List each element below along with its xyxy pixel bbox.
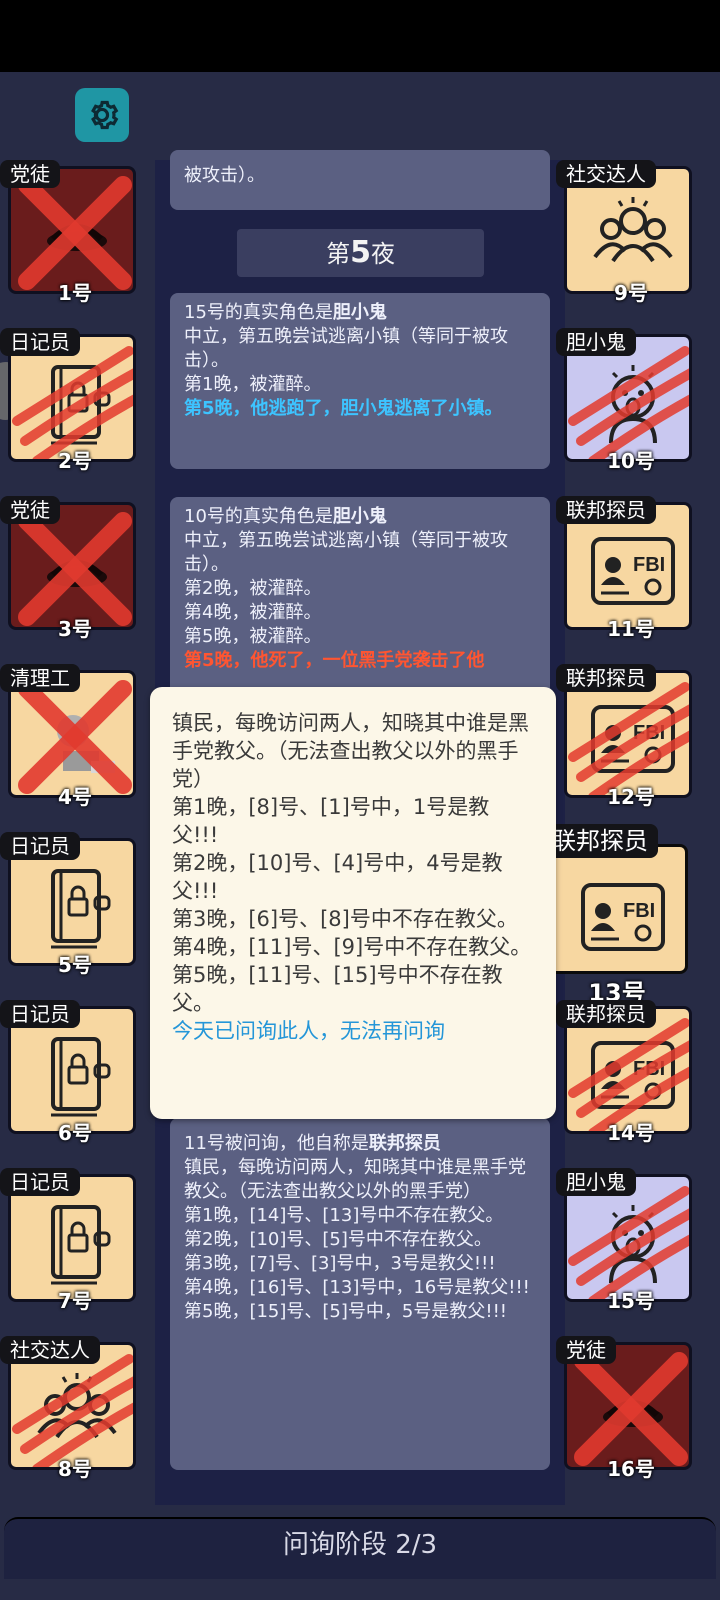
log-line: 中立，第五晚尝试逃离小镇（等同于被攻击）。 <box>184 530 508 575</box>
player-card-2号[interactable]: 日记员 2号 <box>0 328 136 473</box>
role-tag: 党徒 <box>0 496 60 524</box>
log-line: 中立，第五晚尝试逃离小镇（等同于被攻击）。 <box>184 326 508 371</box>
player-number: 9号 <box>614 281 648 305</box>
fbi-badge-icon: FBI <box>581 883 665 951</box>
diary-lock-icon <box>51 1037 111 1117</box>
player-number: 10号 <box>607 449 655 473</box>
player-number: 5号 <box>58 953 92 977</box>
player-card-7号[interactable]: 日记员 7号 <box>0 1168 136 1313</box>
log-line: 第4晚，[16]号、[13]号中，16号是教父!!! <box>184 1277 530 1298</box>
role-tag: 联邦探员 <box>556 1000 656 1028</box>
player-card-5号[interactable]: 日记员 5号 <box>0 832 136 977</box>
player-card-4号[interactable]: 清理工 4号 <box>0 664 136 809</box>
log-role: 胆小鬼 <box>332 506 387 527</box>
player-number: 1号 <box>58 281 92 305</box>
player-number: 12号 <box>607 785 655 809</box>
log-line: 第1晚，被灌醉。 <box>184 374 322 395</box>
log-entry-player-11: 11号被问询，他自称是联邦探员 镇民，每晚访问两人，知晓其中谁是黑手党教父。（无… <box>170 1118 550 1470</box>
role-tag: 日记员 <box>0 832 80 860</box>
player-number: 4号 <box>58 785 92 809</box>
log-role: 胆小鬼 <box>332 302 387 323</box>
settings-button[interactable] <box>75 88 129 142</box>
role-tag: 日记员 <box>0 1000 80 1028</box>
player-card-14号[interactable]: FBI 联邦探员 14号 <box>556 1000 692 1145</box>
player-number: 14号 <box>607 1121 655 1145</box>
svg-text:FBI: FBI <box>633 554 665 576</box>
log-role: 联邦探员 <box>368 1133 441 1154</box>
popup-line: 第4晚，[11]号、[9]号中不存在教父。 <box>172 935 532 959</box>
log-line: 第2晚，被灌醉。 <box>184 578 322 599</box>
log-entry-player-10: 10号的真实角色是胆小鬼 中立，第五晚尝试逃离小镇（等同于被攻击）。 第2晚，被… <box>170 497 550 697</box>
diary-lock-icon <box>51 869 111 949</box>
popup-line: 第2晚，[10]号、[4]号中，4号是教父!!! <box>172 851 503 903</box>
night-prefix: 第 <box>326 240 351 268</box>
log-text: 被攻击）。 <box>184 165 265 186</box>
role-tag: 联邦探员 <box>556 496 656 524</box>
phase-bar: 问询阶段 2/3 <box>4 1517 716 1579</box>
role-tag: 联邦探员 <box>542 824 658 858</box>
fbi-badge-icon: FBI <box>591 537 675 605</box>
popup-line: 第1晚，[8]号、[1]号中，1号是教父!!! <box>172 795 490 847</box>
role-tag: 联邦探员 <box>556 664 656 692</box>
player-portrait: FBI <box>548 844 688 974</box>
player-card-13号[interactable]: FBI 联邦探员 13号 <box>542 824 708 1007</box>
svg-text:FBI: FBI <box>623 900 655 922</box>
log-line: 第3晚，[7]号、[3]号中，3号是教父!!! <box>184 1253 496 1274</box>
role-tag: 胆小鬼 <box>556 328 636 356</box>
player-card-3号[interactable]: 党徒 3号 <box>0 496 136 641</box>
player-number: 16号 <box>607 1457 655 1481</box>
log-line: 镇民，每晚访问两人，知晓其中谁是黑手党教父。（无法查出教父以外的黑手党） <box>184 1157 526 1202</box>
socialite-icon <box>593 197 673 263</box>
log-line: 第5晚，[15]号、[5]号中，5号是教父!!! <box>184 1301 507 1322</box>
popup-description: 镇民，每晚访问两人，知晓其中谁是黑手党教父。（无法查出教父以外的黑手党） <box>172 711 529 791</box>
popup-line: 第3晚，[6]号、[8]号中不存在教父。 <box>172 907 518 931</box>
role-tag: 胆小鬼 <box>556 1168 636 1196</box>
player-number: 7号 <box>58 1289 92 1313</box>
player-number: 2号 <box>58 449 92 473</box>
log-lead: 15号的真实角色是 <box>184 302 333 323</box>
player-card-11号[interactable]: FBI 联邦探员 11号 <box>556 496 692 641</box>
player-number: 6号 <box>58 1121 92 1145</box>
player-card-8号[interactable]: 社交达人 8号 <box>0 1336 136 1481</box>
role-tag: 日记员 <box>0 328 80 356</box>
player-card-16号[interactable]: 党徒 16号 <box>556 1336 692 1481</box>
gear-icon <box>91 100 119 130</box>
log-highlight: 第5晚，他死了，一位黑手党袭击了他 <box>184 650 485 671</box>
log-lead: 11号被问询，他自称是 <box>184 1133 369 1154</box>
player-card-9号[interactable]: 社交达人 9号 <box>556 160 692 305</box>
role-tag: 党徒 <box>556 1336 616 1364</box>
log-line: 第4晚，被灌醉。 <box>184 602 322 623</box>
player-card-12号[interactable]: FBI 联邦探员 12号 <box>556 664 692 809</box>
role-info-popup[interactable]: 镇民，每晚访问两人，知晓其中谁是黑手党教父。（无法查出教父以外的黑手党） 第1晚… <box>150 687 556 1119</box>
log-line: 第2晚，[10]号、[5]号中不存在教父。 <box>184 1229 492 1250</box>
log-highlight: 第5晚，他逃跑了，胆小鬼逃离了小镇。 <box>184 398 503 419</box>
log-entry-player-15: 15号的真实角色是胆小鬼 中立，第五晚尝试逃离小镇（等同于被攻击）。 第1晚，被… <box>170 293 550 469</box>
player-number: 15号 <box>607 1289 655 1313</box>
player-number: 8号 <box>58 1457 92 1481</box>
role-tag: 清理工 <box>0 664 80 692</box>
night-header: 第5夜 <box>237 229 484 277</box>
log-entry-partial: 被攻击）。 <box>170 150 550 210</box>
status-bar <box>0 0 720 72</box>
player-number: 3号 <box>58 617 92 641</box>
role-tag: 社交达人 <box>556 160 656 188</box>
night-suffix: 夜 <box>370 240 395 268</box>
log-line: 第1晚，[14]号、[13]号中不存在教父。 <box>184 1205 504 1226</box>
role-tag: 社交达人 <box>0 1336 100 1364</box>
phase-label: 问询阶段 2/3 <box>282 1530 438 1560</box>
player-card-6号[interactable]: 日记员 6号 <box>0 1000 136 1145</box>
night-number: 5 <box>350 235 371 270</box>
role-tag: 日记员 <box>0 1168 80 1196</box>
player-card-1号[interactable]: 党徒 1号 <box>0 160 136 305</box>
player-card-15号[interactable]: 胆小鬼 15号 <box>556 1168 692 1313</box>
log-lead: 10号的真实角色是 <box>184 506 333 527</box>
player-card-10号[interactable]: 胆小鬼 10号 <box>556 328 692 473</box>
role-tag: 党徒 <box>0 160 60 188</box>
popup-line: 第5晚，[11]号、[15]号中不存在教父。 <box>172 963 503 1015</box>
popup-note: 今天已问询此人，无法再问询 <box>172 1019 445 1043</box>
player-number: 11号 <box>607 617 655 641</box>
log-line: 第5晚，被灌醉。 <box>184 626 322 647</box>
diary-lock-icon <box>51 1205 111 1285</box>
